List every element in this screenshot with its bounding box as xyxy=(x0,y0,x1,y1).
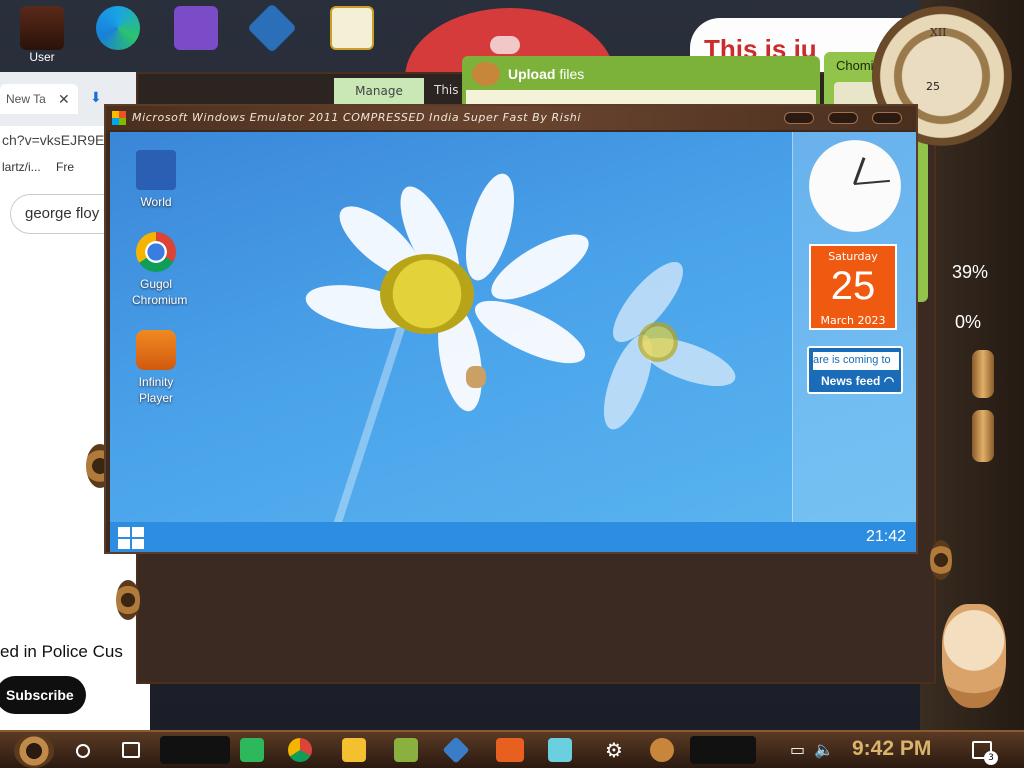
windows-start-icon[interactable] xyxy=(118,527,144,549)
taskbar-clock[interactable]: 9:42 PM xyxy=(852,737,931,761)
calendar-date: 25 xyxy=(830,264,876,308)
emu-icon-label: World xyxy=(140,195,172,209)
close-icon[interactable]: ✕ xyxy=(58,92,70,108)
emulated-taskbar: 21:42 xyxy=(110,522,916,552)
folder-icon[interactable] xyxy=(342,738,366,762)
volume-muted-icon[interactable]: 🔈 xyxy=(814,740,834,759)
calendar-month: March 2023 xyxy=(820,314,886,327)
emu-icon-chromium[interactable]: Gugol Chromium xyxy=(132,232,188,308)
desktop-icon-visual-studio[interactable] xyxy=(166,6,226,50)
game-icon[interactable] xyxy=(394,738,418,762)
taskbar-slot xyxy=(160,736,230,764)
news-feed-label: News feed ◠ xyxy=(821,374,894,388)
tab-manage[interactable]: Manage xyxy=(334,78,424,104)
gauge-number: 25 xyxy=(926,80,940,93)
bee-cursor-icon xyxy=(466,366,486,388)
maximize-button[interactable] xyxy=(828,112,858,124)
hxd-icon xyxy=(330,6,374,50)
notification-center-icon[interactable]: 3 xyxy=(972,741,998,765)
emulated-desktop: World Gugol Chromium Infinity Player Sat… xyxy=(110,132,916,552)
upload-panel: Upload files xyxy=(462,56,820,108)
edge-icon xyxy=(96,6,140,50)
hamster-icon[interactable] xyxy=(650,738,674,762)
clock-hour-hand xyxy=(853,157,866,185)
flower-center xyxy=(380,254,474,334)
news-feed-text: News feed xyxy=(821,374,881,388)
upload-title: Upload files xyxy=(508,66,584,82)
windows-flag-icon xyxy=(112,111,126,125)
emulator-title: Microsoft Windows Emulator 2011 COMPRESS… xyxy=(132,111,581,124)
user-folder-icon xyxy=(20,6,64,50)
subscribe-button[interactable]: Subscribe xyxy=(0,676,86,714)
virtualbox-icon xyxy=(247,3,297,53)
calendar-day: Saturday xyxy=(828,250,878,263)
flower-center xyxy=(638,322,678,362)
desktop-icon-virtualbox[interactable] xyxy=(242,3,302,53)
hamster-mascot xyxy=(942,604,1006,708)
reader-icon[interactable] xyxy=(548,738,572,762)
gadget-sidebar: Saturday 25 March 2023 are is coming to … xyxy=(792,132,916,522)
search-icon[interactable] xyxy=(76,744,90,758)
emulated-clock: 21:42 xyxy=(865,528,906,545)
minimize-button[interactable] xyxy=(784,112,814,124)
flower-petal xyxy=(467,288,593,376)
hamster-upload-icon xyxy=(472,62,500,86)
media-player-icon xyxy=(136,330,176,370)
desktop-icon-hxd[interactable] xyxy=(322,6,382,50)
ng-icon[interactable] xyxy=(496,738,524,762)
upload-title-rest: files xyxy=(555,66,585,82)
upload-title-bold: Upload xyxy=(508,66,556,82)
news-feed-gadget[interactable]: are is coming to News feed ◠ xyxy=(807,346,903,394)
bookmark-item[interactable]: lartz/i... xyxy=(2,160,41,174)
taskbar-slot xyxy=(690,736,756,764)
desktop-icon-edge[interactable] xyxy=(88,6,148,50)
start-button[interactable] xyxy=(14,734,54,768)
rss-icon: ◠ xyxy=(883,374,895,388)
video-title: ed in Police Cus xyxy=(0,642,123,661)
close-button[interactable] xyxy=(872,112,902,124)
cpu-percent: 39% xyxy=(952,262,989,282)
settings-icon[interactable]: ⚙ xyxy=(602,738,626,762)
emu-icon-label: Infinity Player xyxy=(138,375,174,405)
bookmark-item-2[interactable]: Fre xyxy=(56,160,74,174)
news-ticker: are is coming to xyxy=(813,352,899,370)
desktop-icon-user[interactable]: User xyxy=(12,6,72,64)
pipe-decoration xyxy=(972,410,994,462)
gauge-twelve: XII xyxy=(930,26,947,39)
notes-icon[interactable] xyxy=(240,738,264,762)
task-view-icon[interactable] xyxy=(122,742,140,758)
virtualbox-icon[interactable] xyxy=(442,736,470,764)
gear-icon xyxy=(116,580,140,620)
notification-count: 3 xyxy=(984,751,998,765)
gear-icon xyxy=(930,540,952,580)
chromium-icon xyxy=(136,232,176,272)
network-icon[interactable]: ▭ xyxy=(790,740,805,759)
emu-icon-infinity-player[interactable]: Infinity Player xyxy=(132,330,180,406)
emu-icon-label: Gugol Chromium xyxy=(132,277,188,307)
this-pc-label: This xyxy=(434,83,459,97)
flower-stem xyxy=(320,317,408,552)
windows-taskbar: ⚙ ▭ 🔈 9:42 PM 3 xyxy=(0,730,1024,768)
emulator-window: Microsoft Windows Emulator 2011 COMPRESS… xyxy=(104,104,918,554)
calendar-gadget[interactable]: Saturday 25 March 2023 xyxy=(809,244,897,330)
download-icon[interactable]: ⬇ xyxy=(90,90,102,106)
ram-percent: 0% xyxy=(955,312,982,332)
tab-label: New Ta xyxy=(6,92,46,106)
clock-minute-hand xyxy=(853,179,890,185)
chrome-icon[interactable] xyxy=(288,738,312,762)
emulator-titlebar[interactable]: Microsoft Windows Emulator 2011 COMPRESS… xyxy=(106,106,916,130)
desktop-icon-label: User xyxy=(29,50,55,64)
word-icon xyxy=(136,150,176,190)
emu-icon-word[interactable]: World xyxy=(132,150,180,210)
analog-clock-gadget xyxy=(809,140,901,232)
visual-studio-icon xyxy=(174,6,218,50)
pipe-decoration xyxy=(972,350,994,398)
